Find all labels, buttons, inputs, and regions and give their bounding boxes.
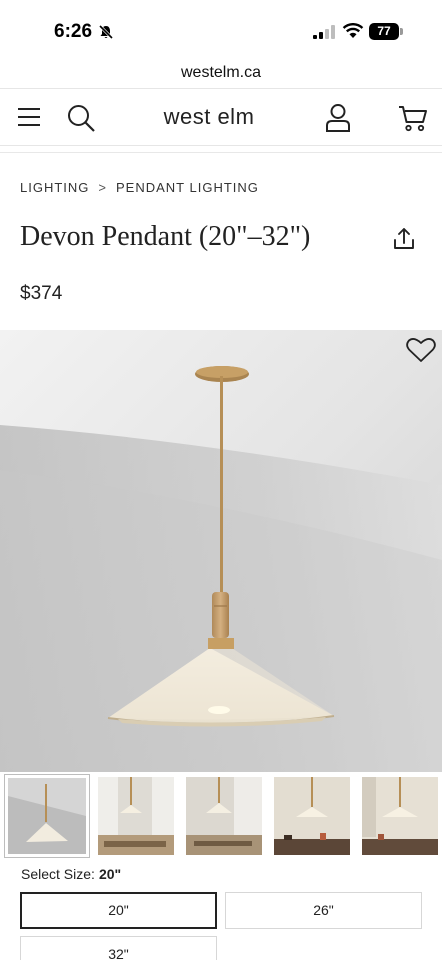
product-price: $374: [20, 283, 63, 304]
thumbnail-4[interactable]: [274, 777, 350, 855]
account-icon[interactable]: [324, 103, 352, 133]
menu-icon[interactable]: [17, 106, 41, 128]
battery-level: 77: [369, 23, 399, 40]
size-option-20[interactable]: 20": [20, 892, 217, 929]
search-icon[interactable]: [66, 103, 96, 133]
breadcrumb-separator: >: [98, 180, 107, 195]
site-logo[interactable]: west elm: [121, 104, 297, 130]
site-header: west elm: [0, 88, 442, 146]
thumbnail-image: [8, 778, 86, 854]
bell-off-icon: [98, 24, 114, 40]
thumbnail-image: [186, 777, 262, 855]
size-selector-label: Select Size: 20": [21, 866, 121, 882]
thumbnail-5[interactable]: [362, 777, 438, 855]
thumbnail-image: [98, 777, 174, 855]
battery-cap: [400, 28, 403, 35]
signal-icon: [313, 25, 335, 39]
selected-size-value: 20": [98, 866, 122, 882]
browser-url[interactable]: westelm.ca: [0, 58, 442, 88]
battery-indicator: 77: [369, 23, 403, 40]
thumbnail-image: [362, 777, 438, 855]
product-title: Devon Pendant (20"–32"): [20, 221, 311, 252]
header-divider: [0, 152, 442, 153]
size-label-text: Select Size:: [21, 866, 95, 882]
size-option-26[interactable]: 26": [225, 892, 422, 929]
breadcrumb-item-pendant-lighting[interactable]: PENDANT LIGHTING: [116, 180, 259, 195]
status-bar: 6:26 77: [0, 0, 442, 58]
pendant-lamp-illustration: [0, 330, 442, 772]
breadcrumb: LIGHTING > PENDANT LIGHTING: [20, 180, 259, 195]
thumbnail-2[interactable]: [98, 777, 174, 855]
thumbnail-image: [274, 777, 350, 855]
thumbnail-strip: [0, 774, 442, 858]
cart-icon[interactable]: [398, 103, 428, 133]
share-icon[interactable]: [392, 227, 416, 251]
breadcrumb-item-lighting[interactable]: LIGHTING: [20, 180, 89, 195]
heart-icon[interactable]: [406, 337, 436, 363]
wifi-icon: [342, 23, 364, 38]
thumbnail-3[interactable]: [186, 777, 262, 855]
size-option-32[interactable]: 32": [20, 936, 217, 960]
thumbnail-1-selected[interactable]: [4, 774, 90, 858]
product-hero-image[interactable]: [0, 330, 442, 772]
status-time: 6:26: [54, 21, 93, 42]
